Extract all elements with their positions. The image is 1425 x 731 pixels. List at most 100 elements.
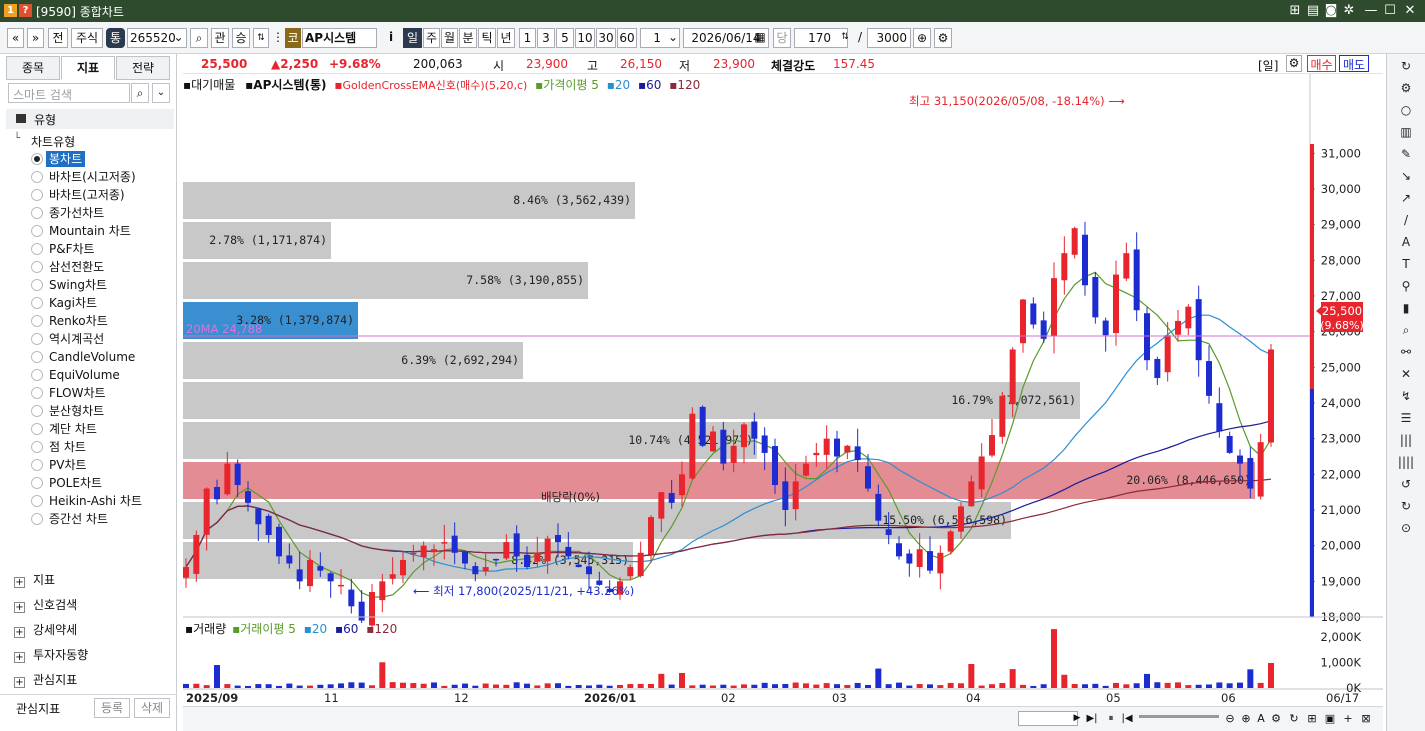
auto-icon[interactable]: A [1397, 233, 1415, 251]
chart-type-radio[interactable] [31, 333, 43, 345]
tab-indicator[interactable]: 지표 [61, 56, 115, 80]
section-item[interactable]: + 투자자동향 [14, 646, 88, 664]
chart-type-radio[interactable] [31, 369, 43, 381]
period-day[interactable]: 일 [403, 28, 422, 48]
play-end-icon[interactable]: ▶| [1085, 711, 1099, 726]
add-icon[interactable]: + [1341, 711, 1355, 726]
info-button[interactable]: i [382, 28, 400, 48]
legend-price[interactable]: AP시스템(통) [253, 78, 326, 92]
chart-type-item[interactable]: Swing차트 [49, 277, 107, 293]
chart-type-item[interactable]: 점 차트 [49, 439, 86, 455]
chart-type-item[interactable]: Heikin-Ashi 차트 [49, 493, 142, 509]
legend-ma20[interactable]: 20 [615, 78, 630, 92]
legend-ma[interactable]: 가격이평 5 [543, 78, 599, 92]
count-stepper-icon[interactable]: ⇅ [838, 28, 852, 48]
chart-type-radio[interactable] [31, 477, 43, 489]
interval-1[interactable]: 1 [519, 28, 536, 48]
smart-search-input[interactable]: 스마트 검색 [8, 83, 130, 103]
chart-type-item[interactable]: P&F차트 [49, 241, 95, 257]
chart-type-radio[interactable] [31, 387, 43, 399]
section-item[interactable]: + 신호검색 [14, 596, 77, 614]
gwan-button[interactable]: 관 [211, 28, 229, 48]
all-button[interactable]: 전 [48, 28, 68, 48]
chart-type-radio[interactable] [31, 459, 43, 471]
legend-ma60[interactable]: 60 [646, 78, 661, 92]
scroll-right-icon[interactable]: ▶ [1071, 711, 1083, 726]
text-tool-icon[interactable]: T [1397, 255, 1415, 273]
chart-type-item[interactable]: POLE차트 [49, 475, 102, 491]
chart-type-radio[interactable] [31, 351, 43, 363]
chart-type-item[interactable]: EquiVolume [49, 367, 120, 383]
vlegend-ma120[interactable]: 120 [374, 622, 397, 636]
pause-icon[interactable]: ⏸ [1105, 711, 1117, 726]
chart-type-item[interactable]: 계단 차트 [49, 421, 97, 437]
next-button[interactable]: » [27, 28, 44, 48]
legend-ma120[interactable]: 120 [677, 78, 700, 92]
sell-button[interactable]: 매도 [1339, 55, 1369, 72]
buy-button[interactable]: 매수 [1307, 55, 1336, 72]
candle-tool-icon[interactable]: ▮ [1397, 299, 1415, 317]
zoom-out-icon[interactable]: ⊖ [1223, 711, 1237, 726]
total-input[interactable]: 3000 [867, 28, 911, 48]
interval-30[interactable]: 30 [596, 28, 616, 48]
section-item[interactable]: + 관심지표 [14, 671, 77, 689]
chart-type-item[interactable]: CandleVolume [49, 349, 135, 365]
chart-type-item[interactable]: Renko차트 [49, 313, 108, 329]
stock-button[interactable]: 주식 [71, 28, 103, 48]
chart-type-item[interactable]: 바차트(고저종) [49, 187, 125, 203]
text-a-icon[interactable]: A [1255, 711, 1267, 726]
vlegend-ma60[interactable]: 60 [343, 622, 358, 636]
bars2-icon[interactable]: |||| [1397, 453, 1415, 471]
prev-button[interactable]: « [7, 28, 24, 48]
chart-type-radio[interactable] [31, 297, 43, 309]
filter-dropdown-icon[interactable]: ⌄ [152, 83, 170, 103]
scroll-track[interactable] [1018, 711, 1078, 726]
chart-type-item[interactable]: 역시계곡선 [49, 331, 104, 347]
vlegend-volume[interactable]: 거래량 [193, 622, 226, 636]
target-icon[interactable]: ⊙ [1397, 519, 1415, 537]
settings-icon[interactable]: ✲ [1340, 2, 1358, 20]
interval-dropdown-icon[interactable]: ⌄ [666, 28, 680, 48]
zoom-in-icon[interactable]: ⊕ [1239, 711, 1253, 726]
chart-type-item[interactable]: 삼선전환도 [49, 259, 104, 275]
seung-button[interactable]: 승 [232, 28, 250, 48]
chart-type-item[interactable]: 종가선차트 [49, 205, 104, 221]
chart-type-item[interactable]: 바차트(시고저종) [49, 169, 136, 185]
chart-type-radio[interactable] [31, 405, 43, 417]
chart-type-radio[interactable] [31, 207, 43, 219]
zoom-tool-icon[interactable]: ⚲ [1397, 277, 1415, 295]
interval-5[interactable]: 5 [556, 28, 574, 48]
fib-tool-icon[interactable]: ↯ [1397, 387, 1415, 405]
stepper-icon[interactable]: ⇅ [253, 28, 269, 48]
price-chart[interactable]: 8.42% (3,545,315)15.50% (6,526,598)20.06… [183, 74, 1383, 706]
window-split-icon[interactable]: ⊠ [1359, 711, 1373, 726]
link-tool-icon[interactable]: ⚯ [1397, 343, 1415, 361]
chart-type-item[interactable]: Kagi차트 [49, 295, 97, 311]
period-tick[interactable]: 틱 [478, 28, 496, 48]
rotate-icon[interactable]: ↻ [1397, 57, 1415, 75]
redo-icon[interactable]: ↻ [1397, 497, 1415, 515]
chart-type-radio[interactable] [31, 261, 43, 273]
chart-type-radio[interactable] [31, 153, 43, 165]
tab-strategy[interactable]: 전략 [116, 56, 170, 80]
chart-type-radio[interactable] [31, 189, 43, 201]
chart-type-radio[interactable] [31, 171, 43, 183]
bars-icon[interactable]: ||| [1397, 431, 1415, 449]
period-minute[interactable]: 분 [459, 28, 477, 48]
chart-type-radio[interactable] [31, 243, 43, 255]
chart-type-item[interactable]: PV차트 [49, 457, 87, 473]
section-item[interactable]: + 지표 [14, 571, 55, 589]
chart-type-radio[interactable] [31, 495, 43, 507]
close-icon[interactable]: ✕ [1401, 2, 1419, 20]
zoom-plus-icon[interactable]: ⊕ [913, 28, 931, 48]
undo-icon[interactable]: ↺ [1397, 475, 1415, 493]
dang-button[interactable]: 당 [773, 28, 791, 48]
chart-type-radio[interactable] [31, 315, 43, 327]
legend-supply[interactable]: 대기매물 [191, 78, 235, 92]
save-icon[interactable]: ▣ [1323, 711, 1337, 726]
erase-icon[interactable]: ✕ [1397, 365, 1415, 383]
chart-type-item[interactable]: 분산형차트 [49, 403, 104, 419]
minimize-icon[interactable]: — [1362, 2, 1380, 20]
delete-button[interactable]: 삭제 [134, 698, 170, 718]
chart-type-radio[interactable] [31, 513, 43, 525]
